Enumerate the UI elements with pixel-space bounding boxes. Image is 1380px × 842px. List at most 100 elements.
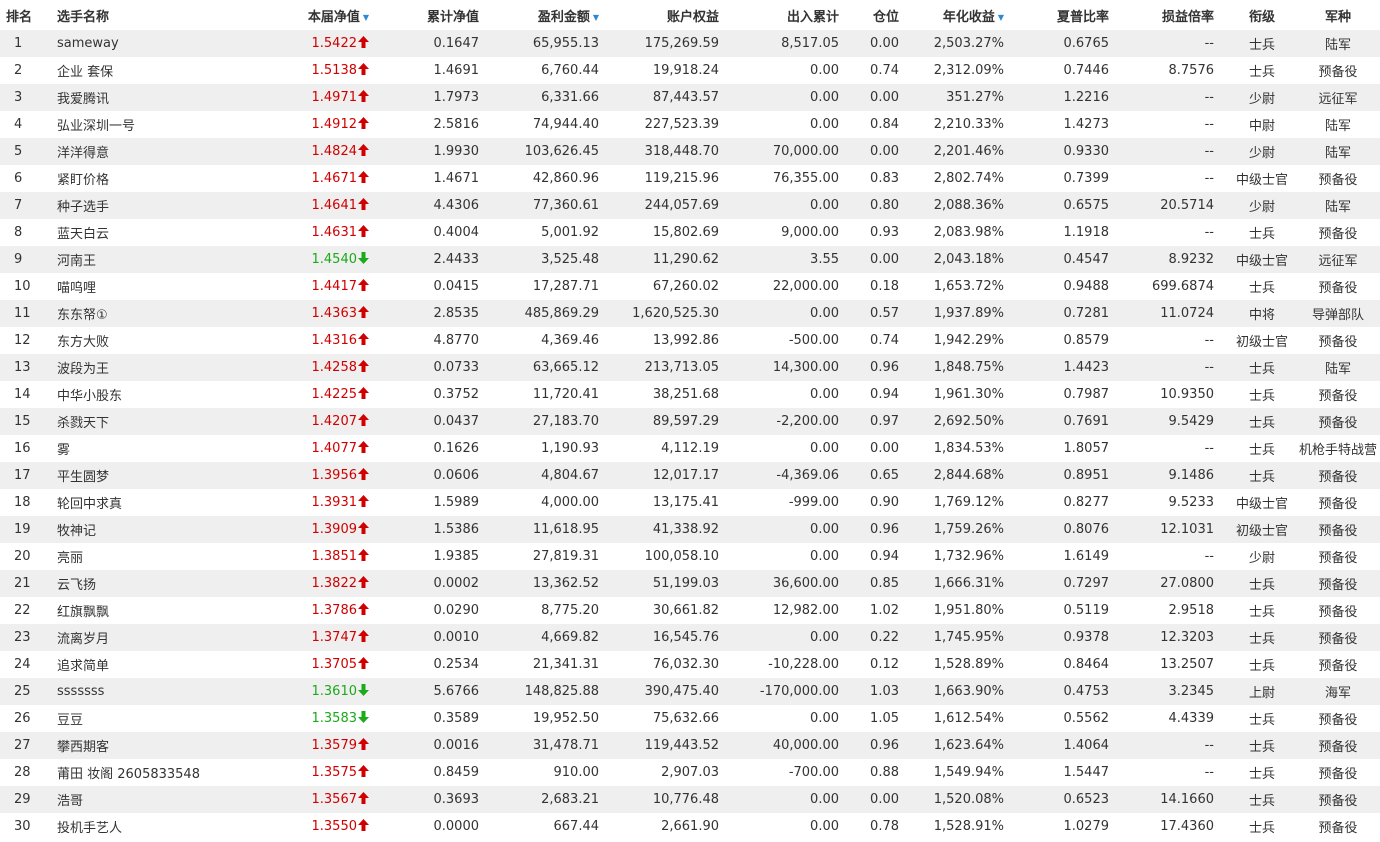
table-row[interactable]: 8 蓝天白云 1.4631 0.4004 5,001.92 15,802.69 9,000.…	[0, 219, 1380, 246]
table-row[interactable]: 3 我爱腾讯 1.4971 1.7973 6,331.66 87,443.57 0.00 0.…	[0, 84, 1380, 111]
cell-name[interactable]: 亮丽	[57, 547, 262, 566]
table-row[interactable]: 20 亮丽 1.3851 1.9385 27,819.31 100,058.10 0.00 0…	[0, 543, 1380, 570]
table-row[interactable]: 11 东东帑① 1.4363 2.8535 485,869.29 1,620,525.30…	[0, 300, 1380, 327]
cell-name[interactable]: 豆豆	[57, 709, 262, 728]
header-position[interactable]: 仓位	[839, 6, 899, 25]
cell-name[interactable]: 轮回中求真	[57, 493, 262, 512]
cell-annual: 1,937.89%	[933, 306, 1004, 321]
header-mil-rank[interactable]: 衔级	[1214, 6, 1296, 25]
header-cum-nav[interactable]: 累计净值	[372, 6, 479, 25]
cell-name[interactable]: 投机手艺人	[57, 817, 262, 836]
cell-name[interactable]: 云飞扬	[57, 574, 262, 593]
cell-name[interactable]: 中华小股东	[57, 385, 262, 404]
header-branch[interactable]: 军种	[1296, 6, 1380, 25]
cell-profit: 11,720.41	[532, 387, 599, 402]
cell-name[interactable]: 种子选手	[57, 196, 262, 215]
cell-nav: 1.4225	[262, 387, 372, 402]
cell-flow: 0.00	[810, 90, 839, 105]
cell-name[interactable]: sameway	[57, 36, 262, 51]
cell-name[interactable]: 企业 套保	[57, 61, 262, 80]
table-row[interactable]: 19 牧神记 1.3909 1.5386 11,618.95 41,338.92 0.00 0…	[0, 516, 1380, 543]
table-row[interactable]: 22 红旗飘飘 1.3786 0.0290 8,775.20 30,661.82 12,98…	[0, 597, 1380, 624]
table-row[interactable]: 29 浩哥 1.3567 0.3693 2,683.21 10,776.48 0.00 0.0…	[0, 786, 1380, 813]
cell-name[interactable]: 浩哥	[57, 790, 262, 809]
cell-flow: 36,600.00	[772, 576, 839, 591]
table-row[interactable]: 9 河南王 1.4540 2.4433 3,525.48 11,290.62 3.55 0.0…	[0, 246, 1380, 273]
table-row[interactable]: 24 追求简单 1.3705 0.2534 21,341.31 76,032.30 -10,…	[0, 651, 1380, 678]
cell-flow: 0.00	[810, 117, 839, 132]
table-row[interactable]: 23 流离岁月 1.3747 0.0010 4,669.82 16,545.76 0.00 0…	[0, 624, 1380, 651]
cell-name[interactable]: 紧盯价格	[57, 169, 262, 188]
cell-mil-rank: 士兵	[1248, 281, 1275, 296]
cell-nav: 1.3931	[262, 495, 372, 510]
cell-annual: 1,528.89%	[933, 657, 1004, 672]
header-annual[interactable]: 年化收益 ▼	[899, 6, 1004, 25]
table-row[interactable]: 13 波段为王 1.4258 0.0733 63,665.12 213,713.05 14,…	[0, 354, 1380, 381]
table-row[interactable]: 18 轮回中求真 1.3931 1.5989 4,000.00 13,175.41 -999…	[0, 489, 1380, 516]
table-row[interactable]: 5 洋洋得意 1.4824 1.9930 103,626.45 318,448.70 70,…	[0, 138, 1380, 165]
table-row[interactable]: 6 紧盯价格 1.4671 1.4671 42,860.96 119,215.96 76,3…	[0, 165, 1380, 192]
cell-profit: 148,825.88	[524, 684, 599, 699]
cell-annual: 1,549.94%	[933, 765, 1004, 780]
cell-name[interactable]: 平生圆梦	[57, 466, 262, 485]
cell-branch: 预备役	[1318, 470, 1358, 485]
cell-name[interactable]: 东方大败	[57, 331, 262, 350]
cell-profit: 13,362.52	[532, 576, 599, 591]
header-sharpe[interactable]: 夏普比率	[1004, 6, 1109, 25]
header-ratio[interactable]: 损益倍率	[1109, 6, 1214, 25]
table-row[interactable]: 27 攀西期客 1.3579 0.0016 31,478.71 119,443.52 40,…	[0, 732, 1380, 759]
table-row[interactable]: 7 种子选手 1.4641 4.4306 77,360.61 244,057.69 0.00…	[0, 192, 1380, 219]
cell-name[interactable]: 攀西期客	[57, 736, 262, 755]
cell-position: 0.00	[870, 36, 899, 51]
cell-mil-rank: 少尉	[1248, 551, 1275, 566]
header-flow[interactable]: 出入累计	[719, 6, 839, 25]
cell-equity: 87,443.57	[652, 90, 719, 105]
cell-name[interactable]: 弘业深圳一号	[57, 115, 262, 134]
table-row[interactable]: 17 平生圆梦 1.3956 0.0606 4,804.67 12,017.17 -4,36…	[0, 462, 1380, 489]
table-row[interactable]: 2 企业 套保 1.5138 1.4691 6,760.44 19,918.24 0.00 0…	[0, 57, 1380, 84]
cell-ratio: --	[1204, 171, 1214, 186]
cell-mil-rank: 中级士官	[1235, 254, 1288, 269]
table-row[interactable]: 15 杀戮天下 1.4207 0.0437 27,183.70 89,597.29 -2,2…	[0, 408, 1380, 435]
header-name[interactable]: 选手名称	[57, 6, 262, 25]
header-profit[interactable]: 盈利金额 ▼	[479, 6, 599, 25]
table-row[interactable]: 21 云飞扬 1.3822 0.0002 13,362.52 51,199.03 36,60…	[0, 570, 1380, 597]
cell-name[interactable]: 河南王	[57, 250, 262, 269]
cell-branch: 陆军	[1324, 119, 1351, 134]
nav-value: 1.3705	[311, 657, 358, 672]
header-equity[interactable]: 账户权益	[599, 6, 719, 25]
cell-name[interactable]: 波段为王	[57, 358, 262, 377]
cell-name[interactable]: 洋洋得意	[57, 142, 262, 161]
cell-name[interactable]: 蓝天白云	[57, 223, 262, 242]
table-row[interactable]: 16 雾 1.4077 0.1626 1,190.93 4,112.19 0.00 0.00 1…	[0, 435, 1380, 462]
nav-value: 1.3747	[311, 630, 358, 645]
cell-nav: 1.4912	[262, 117, 372, 132]
table-row[interactable]: 30 投机手艺人 1.3550 0.0000 667.44 2,661.90 0.00 0.7…	[0, 813, 1380, 840]
cell-name[interactable]: 红旗飘飘	[57, 601, 262, 620]
header-nav[interactable]: 本届净值 ▼	[262, 6, 372, 25]
table-row[interactable]: 26 豆豆 1.3583 0.3589 19,952.50 75,632.66 0.00 1.…	[0, 705, 1380, 732]
table-row[interactable]: 28 莆田 妆阁 2605833548 1.3575 0.8459 910.00 2,90…	[0, 759, 1380, 786]
cell-name[interactable]: 雾	[57, 439, 262, 458]
cell-name[interactable]: 流离岁月	[57, 628, 262, 647]
cell-name[interactable]: 杀戮天下	[57, 412, 262, 431]
cell-nav: 1.4258	[262, 360, 372, 375]
table-row[interactable]: 12 东方大败 1.4316 4.8770 4,369.46 13,992.86 -500.…	[0, 327, 1380, 354]
cell-name[interactable]: 喵呜哩	[57, 277, 262, 296]
cell-name[interactable]: 牧神记	[57, 520, 262, 539]
table-row[interactable]: 4 弘业深圳一号 1.4912 2.5816 74,944.40 227,523.39 0.…	[0, 111, 1380, 138]
table-row[interactable]: 14 中华小股东 1.4225 0.3752 11,720.41 38,251.68 0.0…	[0, 381, 1380, 408]
header-rank[interactable]: 排名	[0, 6, 57, 25]
cell-name[interactable]: 我爱腾讯	[57, 88, 262, 107]
cell-annual: 2,692.50%	[933, 414, 1004, 429]
table-row[interactable]: 25 sssssss 1.3610 5.6766 148,825.88 390,475.4…	[0, 678, 1380, 705]
cell-name[interactable]: 东东帑①	[57, 304, 262, 323]
cell-name[interactable]: 莆田 妆阁 2605833548	[57, 763, 262, 782]
table-row[interactable]: 10 喵呜哩 1.4417 0.0415 17,287.71 67,260.02 22,00…	[0, 273, 1380, 300]
sort-desc-icon[interactable]: ▼	[363, 13, 369, 22]
arrow-up-icon	[358, 171, 372, 186]
cell-rank: 28	[14, 765, 31, 780]
table-row[interactable]: 1 sameway 1.5422 0.1647 65,955.13 175,269.59 8…	[0, 30, 1380, 57]
cell-name[interactable]: sssssss	[57, 684, 262, 699]
cell-name[interactable]: 追求简单	[57, 655, 262, 674]
